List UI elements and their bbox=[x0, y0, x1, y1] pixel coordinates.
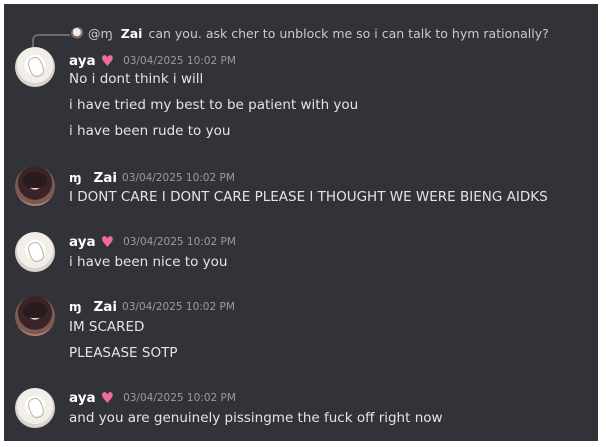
chat-log: @ɱ Zai can you. ask cher to unblock me s… bbox=[4, 4, 598, 441]
reply-avatar[interactable] bbox=[71, 26, 84, 40]
message-line: i have been nice to you bbox=[69, 254, 228, 270]
author-name[interactable]: aya bbox=[69, 234, 96, 250]
message-header: ɱ Zai 03/04/2025 10:02 PM bbox=[69, 298, 235, 316]
message-header: aya ♥ 03/04/2025 10:02 PM bbox=[69, 52, 236, 70]
timestamp[interactable]: 03/04/2025 10:02 PM bbox=[123, 392, 236, 404]
message-line: No i dont think i will bbox=[69, 71, 204, 87]
avatar[interactable] bbox=[15, 296, 55, 336]
timestamp[interactable]: 03/04/2025 10:02 PM bbox=[123, 55, 236, 67]
timestamp[interactable]: 03/04/2025 10:02 PM bbox=[122, 301, 235, 313]
clan-tag-icon[interactable]: ɱ bbox=[69, 300, 82, 314]
reply-preview[interactable]: @ɱ Zai can you. ask cher to unblock me s… bbox=[33, 25, 549, 41]
avatar[interactable] bbox=[15, 166, 55, 206]
message-line: i have been rude to you bbox=[69, 123, 231, 139]
avatar[interactable] bbox=[15, 232, 55, 272]
message-line: and you are genuinely pissingme the fuck… bbox=[69, 410, 443, 426]
reply-author[interactable]: Zai bbox=[121, 26, 143, 41]
avatar[interactable] bbox=[15, 388, 55, 428]
author-name[interactable]: aya bbox=[69, 390, 96, 406]
timestamp[interactable]: 03/04/2025 10:02 PM bbox=[123, 236, 236, 248]
message-header: aya ♥ 03/04/2025 10:02 PM bbox=[69, 389, 236, 407]
reply-text[interactable]: can you. ask cher to unblock me so i can… bbox=[148, 26, 548, 41]
message-header: ɱ Zai 03/04/2025 10:02 PM bbox=[69, 169, 235, 187]
message-line: i have tried my best to be patient with … bbox=[69, 97, 359, 113]
clan-tag-icon[interactable]: ɱ bbox=[69, 171, 82, 185]
message-header: aya ♥ 03/04/2025 10:02 PM bbox=[69, 233, 236, 251]
heart-icon: ♥ bbox=[100, 51, 115, 70]
timestamp[interactable]: 03/04/2025 10:02 PM bbox=[122, 172, 235, 184]
message-line: PLEASASE SOTP bbox=[69, 345, 178, 361]
message-line: IM SCARED bbox=[69, 319, 145, 335]
reply-mention[interactable]: @ɱ bbox=[88, 26, 113, 41]
heart-icon: ♥ bbox=[100, 388, 115, 407]
author-name[interactable]: Zai bbox=[94, 299, 118, 315]
author-name[interactable]: aya bbox=[69, 53, 96, 69]
message-line: I DONT CARE I DONT CARE PLEASE I THOUGHT… bbox=[69, 189, 548, 205]
avatar[interactable] bbox=[15, 47, 55, 87]
author-name[interactable]: Zai bbox=[94, 170, 118, 186]
heart-icon: ♥ bbox=[100, 232, 115, 251]
